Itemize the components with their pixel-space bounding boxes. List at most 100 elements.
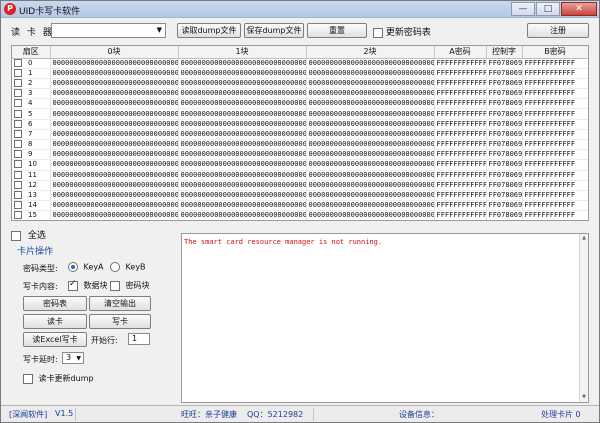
sector-cell-keya[interactable]: FFFFFFFFFFFF <box>434 78 487 90</box>
read-excel-write-button[interactable]: 读Excel写卡 <box>23 332 87 347</box>
sector-cell-b2[interactable]: 00000000000000000000000000000000 <box>306 68 435 79</box>
sector-cell-ctrl[interactable]: FF078069 <box>486 68 523 79</box>
sector-row[interactable]: 5 00000000000000000000000000000000 0000000… <box>12 108 588 120</box>
sector-cell-b2[interactable]: 00000000000000000000000000000000 <box>306 119 435 130</box>
sector-cell-b2[interactable]: 00000000000000000000000000000000 <box>306 129 435 141</box>
sector-cell-b0[interactable]: 00000000000000000000000000000000 <box>50 210 179 220</box>
sector-cell-ctrl[interactable]: FF078069 <box>486 78 523 90</box>
sector-index-cell[interactable]: 7 <box>12 129 51 141</box>
log-scrollbar[interactable]: ▲ ▼ <box>579 234 588 402</box>
sector-cell-b1[interactable]: 00000000000000000000000000000000 <box>178 88 307 100</box>
sector-cell-b2[interactable]: 00000000000000000000000000000000 <box>306 159 435 171</box>
sector-cell-ctrl[interactable]: FF078069 <box>486 210 523 220</box>
sector-cell-keya[interactable]: FFFFFFFFFFFF <box>434 129 487 141</box>
sector-cell-keya[interactable]: FFFFFFFFFFFF <box>434 139 487 151</box>
update-key-table-option[interactable]: 更新密码表 <box>373 25 431 38</box>
data-block-option[interactable]: 数据块 <box>68 279 108 291</box>
sector-cell-b1[interactable]: 00000000000000000000000000000000 <box>178 78 307 90</box>
sector-cell-b1[interactable]: 00000000000000000000000000000000 <box>178 180 307 191</box>
sector-cell-keyb[interactable]: FFFFFFFFFFFF <box>522 190 588 202</box>
sector-cell-keya[interactable]: FFFFFFFFFFFF <box>434 210 487 220</box>
sector-cell-b1[interactable]: 00000000000000000000000000000000 <box>178 108 307 120</box>
sector-cell-keyb[interactable]: FFFFFFFFFFFF <box>522 119 588 130</box>
column-header[interactable]: B密码 <box>522 46 588 59</box>
start-row-input[interactable]: 1 <box>128 333 150 345</box>
sector-index-cell[interactable]: 10 <box>12 159 51 171</box>
sector-cell-b0[interactable]: 00000000000000000000000000000000 <box>50 58 179 69</box>
sector-index-cell[interactable]: 15 <box>12 210 51 220</box>
sector-cell-b1[interactable]: 00000000000000000000000000000000 <box>178 159 307 171</box>
write-card-button[interactable]: 写卡 <box>89 314 151 329</box>
sector-select-checkbox[interactable] <box>14 78 22 87</box>
sector-cell-b0[interactable]: 00000000000000000000000000000000 <box>50 98 179 110</box>
sector-cell-b1[interactable]: 00000000000000000000000000000000 <box>178 210 307 220</box>
key-table-button[interactable]: 密码表 <box>23 296 87 311</box>
sector-cell-ctrl[interactable]: FF078069 <box>486 108 523 120</box>
sector-cell-b2[interactable]: 00000000000000000000000000000000 <box>306 98 435 110</box>
sector-cell-keya[interactable]: FFFFFFFFFFFF <box>434 58 487 69</box>
sector-select-checkbox[interactable] <box>14 201 22 210</box>
update-dump-checkbox[interactable] <box>23 373 33 384</box>
sector-cell-b2[interactable]: 00000000000000000000000000000000 <box>306 149 435 161</box>
sector-select-checkbox[interactable] <box>14 160 22 169</box>
sector-select-checkbox[interactable] <box>14 68 22 77</box>
sector-row[interactable]: 4 00000000000000000000000000000000 0000000… <box>12 98 588 110</box>
sector-row[interactable]: 7 00000000000000000000000000000000 0000000… <box>12 129 588 141</box>
data-block-checkbox[interactable] <box>68 279 78 291</box>
sector-cell-ctrl[interactable]: FF078069 <box>486 170 523 181</box>
sector-row[interactable]: 3 00000000000000000000000000000000 0000000… <box>12 88 588 100</box>
sector-cell-b0[interactable]: 00000000000000000000000000000000 <box>50 108 179 120</box>
sector-cell-ctrl[interactable]: FF078069 <box>486 149 523 161</box>
title-bar[interactable]: P UID卡写卡软件 — □ ✕ <box>1 1 599 18</box>
sector-cell-b0[interactable]: 00000000000000000000000000000000 <box>50 149 179 161</box>
sector-select-checkbox[interactable] <box>14 109 22 118</box>
sector-cell-b2[interactable]: 00000000000000000000000000000000 <box>306 180 435 191</box>
key-a-option[interactable]: KeyA <box>68 262 104 272</box>
sector-cell-ctrl[interactable]: FF078069 <box>486 180 523 191</box>
sector-index-cell[interactable]: 11 <box>12 170 51 181</box>
sector-index-cell[interactable]: 1 <box>12 68 51 79</box>
sector-cell-keya[interactable]: FFFFFFFFFFFF <box>434 108 487 120</box>
sector-cell-b1[interactable]: 00000000000000000000000000000000 <box>178 200 307 212</box>
log-output[interactable]: The smart card resource manager is not r… <box>181 233 589 403</box>
sector-row[interactable]: 2 00000000000000000000000000000000 0000000… <box>12 78 588 90</box>
sector-cell-keyb[interactable]: FFFFFFFFFFFF <box>522 108 588 120</box>
update-key-table-checkbox[interactable] <box>373 27 383 38</box>
sector-select-checkbox[interactable] <box>14 129 22 138</box>
read-dump-button[interactable]: 读取dump文件 <box>177 23 241 38</box>
sector-select-checkbox[interactable] <box>14 211 22 220</box>
column-header[interactable]: A密码 <box>434 46 487 59</box>
key-block-checkbox[interactable] <box>110 280 120 291</box>
sector-cell-keyb[interactable]: FFFFFFFFFFFF <box>522 180 588 191</box>
sector-cell-b1[interactable]: 00000000000000000000000000000000 <box>178 170 307 181</box>
key-b-option[interactable]: KeyB <box>110 262 146 272</box>
sector-cell-ctrl[interactable]: FF078069 <box>486 139 523 151</box>
sector-cell-keya[interactable]: FFFFFFFFFFFF <box>434 149 487 161</box>
sector-cell-ctrl[interactable]: FF078069 <box>486 58 523 69</box>
close-button[interactable]: ✕ <box>561 2 597 16</box>
sector-cell-b1[interactable]: 00000000000000000000000000000000 <box>178 98 307 110</box>
sector-index-cell[interactable]: 5 <box>12 108 51 120</box>
sector-cell-keya[interactable]: FFFFFFFFFFFF <box>434 180 487 191</box>
sector-select-checkbox[interactable] <box>14 58 22 67</box>
maximize-button[interactable]: □ <box>536 2 560 16</box>
key-a-radio[interactable] <box>68 262 78 272</box>
sector-cell-b1[interactable]: 00000000000000000000000000000000 <box>178 119 307 130</box>
sector-cell-keyb[interactable]: FFFFFFFFFFFF <box>522 139 588 151</box>
sector-select-checkbox[interactable] <box>14 119 22 128</box>
sector-select-checkbox[interactable] <box>14 191 22 200</box>
reader-select[interactable]: ▼ <box>51 23 166 38</box>
sector-cell-ctrl[interactable]: FF078069 <box>486 129 523 141</box>
sector-cell-keyb[interactable]: FFFFFFFFFFFF <box>522 200 588 212</box>
sector-cell-keyb[interactable]: FFFFFFFFFFFF <box>522 170 588 181</box>
sector-cell-keyb[interactable]: FFFFFFFFFFFF <box>522 159 588 171</box>
sector-index-cell[interactable]: 13 <box>12 190 51 202</box>
sector-cell-keyb[interactable]: FFFFFFFFFFFF <box>522 210 588 220</box>
sector-cell-keyb[interactable]: FFFFFFFFFFFF <box>522 129 588 141</box>
sector-cell-b2[interactable]: 00000000000000000000000000000000 <box>306 170 435 181</box>
sector-cell-ctrl[interactable]: FF078069 <box>486 119 523 130</box>
sector-select-checkbox[interactable] <box>14 150 22 159</box>
sector-cell-ctrl[interactable]: FF078069 <box>486 88 523 100</box>
sector-select-checkbox[interactable] <box>14 99 22 108</box>
sector-row[interactable]: 8 00000000000000000000000000000000 0000000… <box>12 139 588 151</box>
